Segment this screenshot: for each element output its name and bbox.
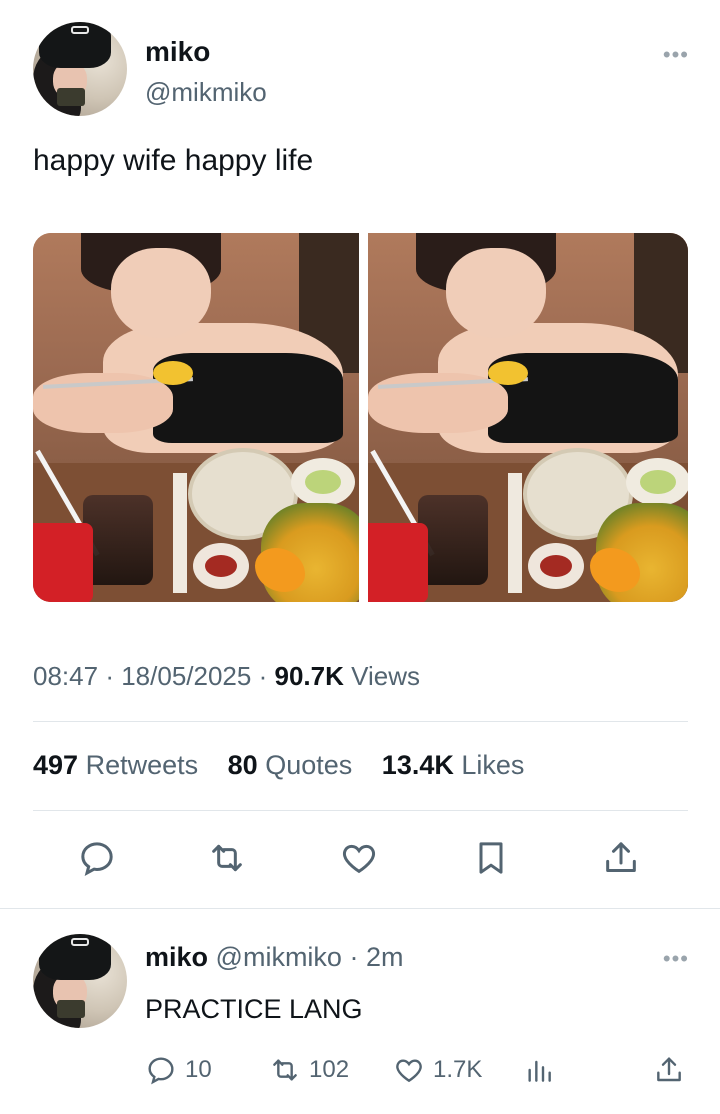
retweet-count: 102: [309, 1056, 350, 1083]
retweets-stat[interactable]: 497 Retweets: [33, 750, 198, 780]
reply-count: 10: [185, 1056, 212, 1083]
like-count: 1.7K: [433, 1056, 483, 1083]
more-dots-icon[interactable]: •••: [663, 42, 689, 68]
author-name[interactable]: miko: [145, 36, 210, 68]
author-handle[interactable]: @mikmiko: [145, 77, 267, 108]
reply-author-handle[interactable]: @mikmiko: [216, 942, 342, 972]
views-label: Views: [351, 661, 421, 691]
tweet-text: happy wife happy life: [33, 144, 314, 177]
reply-action-bar: 10 102 1.7K: [145, 1052, 693, 1092]
tweet-action-bar: [33, 838, 688, 884]
views-chart-icon: [528, 1060, 551, 1082]
more-dots-icon[interactable]: •••: [663, 946, 689, 972]
media-photo-2[interactable]: [368, 233, 688, 602]
section-divider: [0, 908, 720, 909]
reply-icon: [148, 1057, 174, 1085]
tweet-time: 08:47: [33, 661, 99, 691]
retweets-label: Retweets: [85, 750, 199, 780]
reply-time: · 2m: [349, 942, 404, 972]
quotes-label: Quotes: [265, 750, 353, 780]
tweet-meta: 08:47 · 18/05/2025 · 90.7K Views: [33, 661, 420, 692]
divider: [33, 721, 688, 722]
quotes-count: 80: [227, 750, 258, 780]
likes-label: Likes: [461, 750, 525, 780]
reply-tweet[interactable]: miko @mikmiko · 2m ••• PRACTICE LANG 10 …: [33, 934, 693, 1094]
reply-author-name[interactable]: miko: [145, 942, 208, 972]
tweet-media[interactable]: [33, 233, 688, 602]
share-icon[interactable]: [601, 838, 647, 884]
reply-share-button[interactable]: [653, 1052, 685, 1088]
like-icon: [396, 1059, 422, 1083]
reply-author-avatar[interactable]: [33, 934, 127, 1028]
like-icon[interactable]: [339, 838, 385, 884]
retweets-count: 497: [33, 750, 79, 780]
likes-stat[interactable]: 13.4K Likes: [382, 750, 525, 780]
author-avatar[interactable]: [33, 22, 127, 116]
media-photo-1[interactable]: [33, 233, 359, 602]
divider: [33, 810, 688, 811]
reply-text: PRACTICE LANG: [145, 994, 363, 1024]
retweet-icon: [273, 1059, 297, 1081]
share-icon: [657, 1057, 681, 1082]
meta-separator: ·: [105, 661, 114, 691]
reply-views-button[interactable]: [523, 1052, 555, 1088]
views-count: 90.7K: [274, 661, 344, 691]
tweet-stats: 497 Retweets 80 Quotes 13.4K Likes: [33, 750, 546, 781]
reply-like-button[interactable]: 1.7K: [393, 1052, 482, 1088]
reply-icon[interactable]: [77, 838, 123, 884]
quotes-stat[interactable]: 80 Quotes: [228, 750, 353, 780]
tweet-header: miko @mikmiko •••: [33, 22, 693, 122]
meta-separator: ·: [258, 661, 268, 691]
retweet-icon[interactable]: [207, 838, 253, 884]
likes-count: 13.4K: [381, 750, 454, 780]
reply-header: miko @mikmiko · 2m: [145, 942, 403, 973]
bookmark-icon[interactable]: [471, 838, 517, 884]
reply-reply-button[interactable]: 10: [145, 1052, 212, 1088]
reply-retweet-button[interactable]: 102: [269, 1052, 349, 1088]
tweet-date: 18/05/2025: [121, 661, 252, 691]
